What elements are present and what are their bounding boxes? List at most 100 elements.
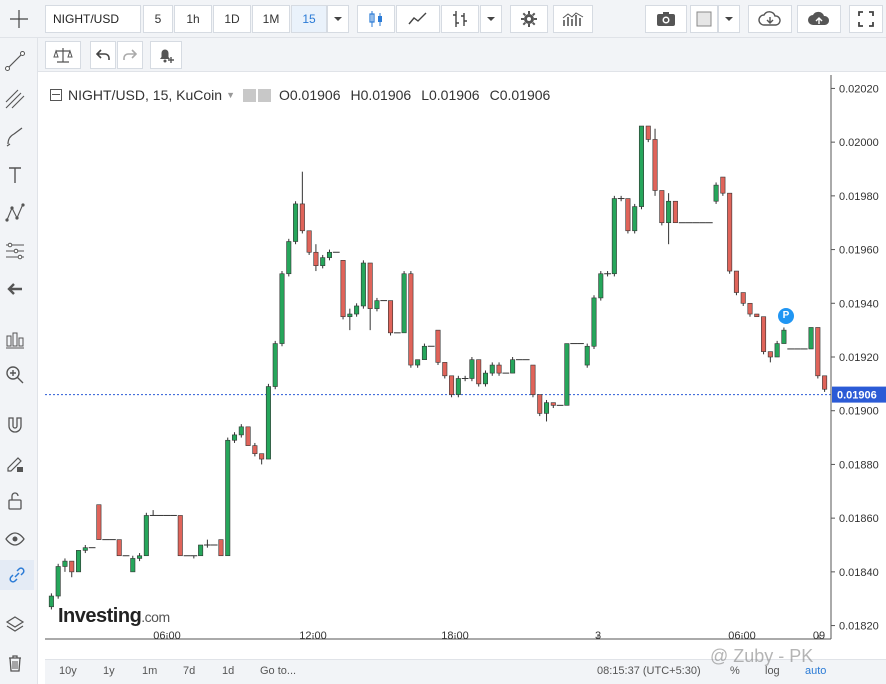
link-icon[interactable]	[0, 560, 34, 590]
candle[interactable]	[48, 593, 54, 610]
color-picker-button[interactable]	[690, 5, 718, 33]
candle[interactable]	[672, 200, 678, 224]
hide-series-icon[interactable]	[242, 88, 256, 102]
candle[interactable]	[476, 359, 482, 387]
candle[interactable]	[252, 442, 258, 457]
candle[interactable]	[442, 362, 448, 379]
candle[interactable]	[733, 270, 739, 296]
pattern-icon[interactable]	[0, 198, 30, 228]
candle[interactable]	[550, 402, 556, 409]
candle[interactable]	[116, 539, 122, 557]
candle[interactable]	[435, 329, 441, 366]
range-1y-button[interactable]: 1y	[103, 665, 115, 677]
candle[interactable]	[638, 125, 644, 210]
candle[interactable]	[510, 357, 516, 374]
screenshot-button[interactable]	[645, 5, 687, 33]
candle[interactable]	[781, 327, 787, 344]
candle[interactable]	[177, 515, 183, 557]
indicators-button[interactable]	[553, 5, 593, 33]
candle[interactable]	[421, 343, 427, 360]
candle[interactable]	[313, 244, 319, 272]
candle[interactable]	[299, 171, 305, 234]
candle[interactable]	[598, 271, 604, 301]
trend-line-icon[interactable]	[0, 46, 30, 76]
settings-button[interactable]	[510, 5, 548, 33]
save-chart-button[interactable]	[797, 5, 841, 33]
candle[interactable]	[76, 550, 82, 573]
chart-style-dropdown-button[interactable]	[480, 5, 502, 33]
fib-retracement-icon[interactable]	[0, 236, 30, 266]
compare-button[interactable]	[45, 41, 81, 69]
candle[interactable]	[82, 545, 88, 554]
candle[interactable]	[591, 295, 597, 349]
candle[interactable]	[367, 262, 373, 331]
interval-1h-button[interactable]: 1h	[174, 5, 212, 33]
candle[interactable]	[259, 453, 265, 465]
candle[interactable]	[747, 302, 753, 317]
load-chart-button[interactable]	[748, 5, 792, 33]
candle[interactable]	[225, 437, 231, 557]
chevron-down-icon[interactable]: ▼	[226, 90, 235, 100]
candle[interactable]	[713, 182, 719, 204]
interval-1m-button[interactable]: 1M	[252, 5, 290, 33]
candle[interactable]	[320, 254, 326, 269]
text-tool-icon[interactable]	[0, 160, 30, 190]
candle[interactable]	[449, 375, 455, 398]
interval-1d-button[interactable]: 1D	[213, 5, 251, 33]
candle[interactable]	[130, 555, 136, 573]
candle[interactable]	[96, 504, 102, 540]
candle[interactable]	[286, 238, 292, 277]
candle[interactable]	[415, 359, 421, 368]
candle[interactable]	[245, 426, 251, 446]
candle[interactable]	[496, 362, 502, 376]
p-marker-badge[interactable]: P	[778, 308, 794, 324]
symbol-input[interactable]: NIGHT/USD	[45, 5, 141, 33]
candle[interactable]	[740, 292, 746, 306]
candle[interactable]	[645, 125, 651, 143]
price-chart[interactable]: 0.02020 0.02000 0.01980 0.01960 0.01940 0.019…	[45, 75, 886, 641]
candle[interactable]	[584, 343, 590, 368]
candle[interactable]	[617, 195, 625, 202]
bars-style-button[interactable]	[441, 5, 479, 33]
candle[interactable]	[149, 510, 157, 516]
candle[interactable]	[489, 362, 495, 376]
candle[interactable]	[482, 370, 488, 387]
candle[interactable]	[537, 394, 543, 417]
layers-icon[interactable]	[0, 610, 30, 640]
candle[interactable]	[326, 249, 332, 261]
candle[interactable]	[374, 297, 380, 312]
candle[interactable]	[190, 555, 198, 559]
candle[interactable]	[62, 558, 68, 572]
zoom-in-icon[interactable]	[0, 360, 30, 390]
candle[interactable]	[469, 357, 475, 382]
candle[interactable]	[401, 271, 407, 334]
candle[interactable]	[347, 308, 353, 331]
candle[interactable]	[544, 399, 550, 422]
unlock-icon[interactable]	[0, 486, 30, 516]
magnet-icon[interactable]	[0, 410, 30, 440]
candle[interactable]	[293, 201, 299, 245]
candle[interactable]	[354, 303, 360, 317]
candles-style-button[interactable]	[357, 5, 395, 33]
candle[interactable]	[611, 195, 617, 277]
goto-date-button[interactable]: Go to...	[260, 665, 296, 677]
candle[interactable]	[143, 512, 149, 557]
series-settings-icon[interactable]	[257, 88, 271, 102]
candle[interactable]	[461, 375, 469, 382]
candle[interactable]	[340, 260, 346, 320]
candle[interactable]	[272, 340, 278, 390]
eye-icon[interactable]	[0, 524, 30, 554]
candle[interactable]	[388, 300, 394, 336]
candle[interactable]	[232, 432, 238, 443]
lock-drawing-icon[interactable]	[0, 448, 30, 478]
interval-5m-button[interactable]: 5	[143, 5, 173, 33]
candle[interactable]	[360, 260, 366, 309]
candle[interactable]	[822, 375, 828, 392]
trash-icon[interactable]	[0, 648, 30, 678]
candle[interactable]	[761, 316, 767, 355]
undo-button[interactable]	[90, 41, 116, 69]
candle[interactable]	[265, 383, 271, 460]
legend-toggle-icon[interactable]	[50, 89, 62, 101]
brush-icon[interactable]	[0, 122, 30, 152]
candle[interactable]	[767, 351, 773, 363]
